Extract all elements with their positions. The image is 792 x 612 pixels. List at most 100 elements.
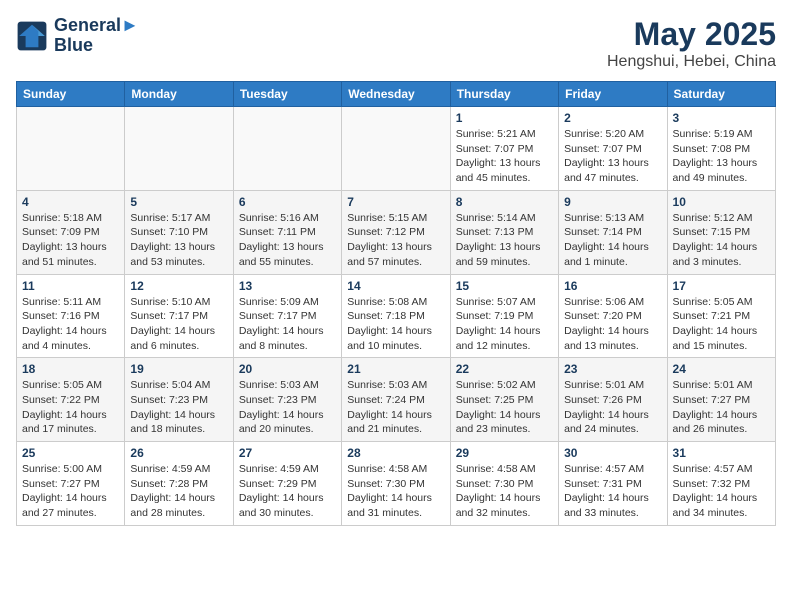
- day-detail: Sunrise: 5:08 AMSunset: 7:18 PMDaylight:…: [347, 295, 444, 354]
- col-friday: Friday: [559, 82, 667, 107]
- calendar-cell: 11 Sunrise: 5:11 AMSunset: 7:16 PMDayligh…: [17, 274, 125, 358]
- calendar-cell: 17 Sunrise: 5:05 AMSunset: 7:21 PMDayligh…: [667, 274, 775, 358]
- logo-text: General► Blue: [54, 16, 139, 56]
- calendar-cell: 7 Sunrise: 5:15 AMSunset: 7:12 PMDaylight…: [342, 190, 450, 274]
- day-detail: Sunrise: 5:02 AMSunset: 7:25 PMDaylight:…: [456, 378, 553, 437]
- calendar-cell: 20 Sunrise: 5:03 AMSunset: 7:23 PMDayligh…: [233, 358, 341, 442]
- day-detail: Sunrise: 5:03 AMSunset: 7:24 PMDaylight:…: [347, 378, 444, 437]
- week-row-2: 11 Sunrise: 5:11 AMSunset: 7:16 PMDayligh…: [17, 274, 776, 358]
- day-detail: Sunrise: 5:20 AMSunset: 7:07 PMDaylight:…: [564, 127, 661, 186]
- day-detail: Sunrise: 5:07 AMSunset: 7:19 PMDaylight:…: [456, 295, 553, 354]
- col-sunday: Sunday: [17, 82, 125, 107]
- day-detail: Sunrise: 5:15 AMSunset: 7:12 PMDaylight:…: [347, 211, 444, 270]
- header-row: Sunday Monday Tuesday Wednesday Thursday…: [17, 82, 776, 107]
- day-detail: Sunrise: 5:12 AMSunset: 7:15 PMDaylight:…: [673, 211, 770, 270]
- day-detail: Sunrise: 5:13 AMSunset: 7:14 PMDaylight:…: [564, 211, 661, 270]
- day-number: 19: [130, 362, 227, 376]
- calendar-cell: 4Sunrise: 5:18 AMSunset: 7:09 PMDaylight…: [17, 190, 125, 274]
- col-monday: Monday: [125, 82, 233, 107]
- day-number: 14: [347, 279, 444, 293]
- day-number: 23: [564, 362, 661, 376]
- logo-icon: [16, 20, 48, 52]
- day-number: 4: [22, 195, 119, 209]
- calendar-title: May 2025: [607, 16, 776, 53]
- day-number: 20: [239, 362, 336, 376]
- col-thursday: Thursday: [450, 82, 558, 107]
- day-number: 6: [239, 195, 336, 209]
- day-number: 11: [22, 279, 119, 293]
- day-detail: Sunrise: 5:04 AMSunset: 7:23 PMDaylight:…: [130, 378, 227, 437]
- day-number: 1: [456, 111, 553, 125]
- calendar-cell: 22 Sunrise: 5:02 AMSunset: 7:25 PMDayligh…: [450, 358, 558, 442]
- day-number: 2: [564, 111, 661, 125]
- day-detail: Sunrise: 4:57 AMSunset: 7:32 PMDaylight:…: [673, 462, 770, 521]
- day-number: 24: [673, 362, 770, 376]
- calendar-cell: 2 Sunrise: 5:20 AMSunset: 7:07 PMDaylight…: [559, 107, 667, 191]
- week-row-1: 4Sunrise: 5:18 AMSunset: 7:09 PMDaylight…: [17, 190, 776, 274]
- day-number: 5: [130, 195, 227, 209]
- day-number: 28: [347, 446, 444, 460]
- logo: General► Blue: [16, 16, 139, 56]
- day-number: 15: [456, 279, 553, 293]
- calendar-cell: 19 Sunrise: 5:04 AMSunset: 7:23 PMDayligh…: [125, 358, 233, 442]
- calendar-header: Sunday Monday Tuesday Wednesday Thursday…: [17, 82, 776, 107]
- calendar-cell: 1 Sunrise: 5:21 AMSunset: 7:07 PMDaylight…: [450, 107, 558, 191]
- page-header: General► Blue May 2025 Hengshui, Hebei, …: [16, 16, 776, 71]
- day-number: 18: [22, 362, 119, 376]
- day-number: 8: [456, 195, 553, 209]
- calendar-cell: [17, 107, 125, 191]
- calendar-cell: [233, 107, 341, 191]
- calendar-cell: 6Sunrise: 5:16 AMSunset: 7:11 PMDaylight…: [233, 190, 341, 274]
- calendar-cell: 10 Sunrise: 5:12 AMSunset: 7:15 PMDayligh…: [667, 190, 775, 274]
- day-detail: Sunrise: 4:58 AMSunset: 7:30 PMDaylight:…: [347, 462, 444, 521]
- day-number: 9: [564, 195, 661, 209]
- calendar-cell: 24 Sunrise: 5:01 AMSunset: 7:27 PMDayligh…: [667, 358, 775, 442]
- calendar-cell: 29Sunrise: 4:58 AMSunset: 7:30 PMDayligh…: [450, 442, 558, 526]
- day-detail: Sunrise: 5:17 AMSunset: 7:10 PMDaylight:…: [130, 211, 227, 270]
- col-saturday: Saturday: [667, 82, 775, 107]
- day-number: 10: [673, 195, 770, 209]
- calendar-cell: 8 Sunrise: 5:14 AMSunset: 7:13 PMDaylight…: [450, 190, 558, 274]
- day-detail: Sunrise: 5:01 AMSunset: 7:27 PMDaylight:…: [673, 378, 770, 437]
- day-number: 7: [347, 195, 444, 209]
- day-detail: Sunrise: 5:10 AMSunset: 7:17 PMDaylight:…: [130, 295, 227, 354]
- calendar-cell: 31 Sunrise: 4:57 AMSunset: 7:32 PMDayligh…: [667, 442, 775, 526]
- day-number: 13: [239, 279, 336, 293]
- calendar-cell: 26Sunrise: 4:59 AMSunset: 7:28 PMDayligh…: [125, 442, 233, 526]
- day-detail: Sunrise: 4:57 AMSunset: 7:31 PMDaylight:…: [564, 462, 661, 521]
- day-number: 31: [673, 446, 770, 460]
- calendar-cell: 5 Sunrise: 5:17 AMSunset: 7:10 PMDaylight…: [125, 190, 233, 274]
- calendar-body: 1 Sunrise: 5:21 AMSunset: 7:07 PMDaylight…: [17, 107, 776, 526]
- calendar-cell: 27Sunrise: 4:59 AMSunset: 7:29 PMDayligh…: [233, 442, 341, 526]
- day-detail: Sunrise: 5:03 AMSunset: 7:23 PMDaylight:…: [239, 378, 336, 437]
- day-number: 27: [239, 446, 336, 460]
- day-detail: Sunrise: 5:09 AMSunset: 7:17 PMDaylight:…: [239, 295, 336, 354]
- day-number: 30: [564, 446, 661, 460]
- calendar-cell: 14 Sunrise: 5:08 AMSunset: 7:18 PMDayligh…: [342, 274, 450, 358]
- day-detail: Sunrise: 5:00 AMSunset: 7:27 PMDaylight:…: [22, 462, 119, 521]
- week-row-4: 25Sunrise: 5:00 AMSunset: 7:27 PMDayligh…: [17, 442, 776, 526]
- day-detail: Sunrise: 5:14 AMSunset: 7:13 PMDaylight:…: [456, 211, 553, 270]
- calendar-cell: 9 Sunrise: 5:13 AMSunset: 7:14 PMDaylight…: [559, 190, 667, 274]
- calendar-cell: [342, 107, 450, 191]
- calendar-cell: 30 Sunrise: 4:57 AMSunset: 7:31 PMDayligh…: [559, 442, 667, 526]
- day-number: 3: [673, 111, 770, 125]
- day-number: 17: [673, 279, 770, 293]
- day-number: 26: [130, 446, 227, 460]
- title-area: May 2025 Hengshui, Hebei, China: [607, 16, 776, 71]
- day-detail: Sunrise: 5:01 AMSunset: 7:26 PMDaylight:…: [564, 378, 661, 437]
- col-tuesday: Tuesday: [233, 82, 341, 107]
- day-detail: Sunrise: 5:11 AMSunset: 7:16 PMDaylight:…: [22, 295, 119, 354]
- week-row-3: 18 Sunrise: 5:05 AMSunset: 7:22 PMDayligh…: [17, 358, 776, 442]
- day-detail: Sunrise: 5:05 AMSunset: 7:22 PMDaylight:…: [22, 378, 119, 437]
- day-number: 29: [456, 446, 553, 460]
- day-detail: Sunrise: 5:21 AMSunset: 7:07 PMDaylight:…: [456, 127, 553, 186]
- calendar-cell: 23 Sunrise: 5:01 AMSunset: 7:26 PMDayligh…: [559, 358, 667, 442]
- day-number: 12: [130, 279, 227, 293]
- calendar-cell: 3Sunrise: 5:19 AMSunset: 7:08 PMDaylight…: [667, 107, 775, 191]
- day-detail: Sunrise: 5:05 AMSunset: 7:21 PMDaylight:…: [673, 295, 770, 354]
- calendar-cell: 13 Sunrise: 5:09 AMSunset: 7:17 PMDayligh…: [233, 274, 341, 358]
- calendar-cell: 25Sunrise: 5:00 AMSunset: 7:27 PMDayligh…: [17, 442, 125, 526]
- day-number: 22: [456, 362, 553, 376]
- calendar-cell: 28 Sunrise: 4:58 AMSunset: 7:30 PMDayligh…: [342, 442, 450, 526]
